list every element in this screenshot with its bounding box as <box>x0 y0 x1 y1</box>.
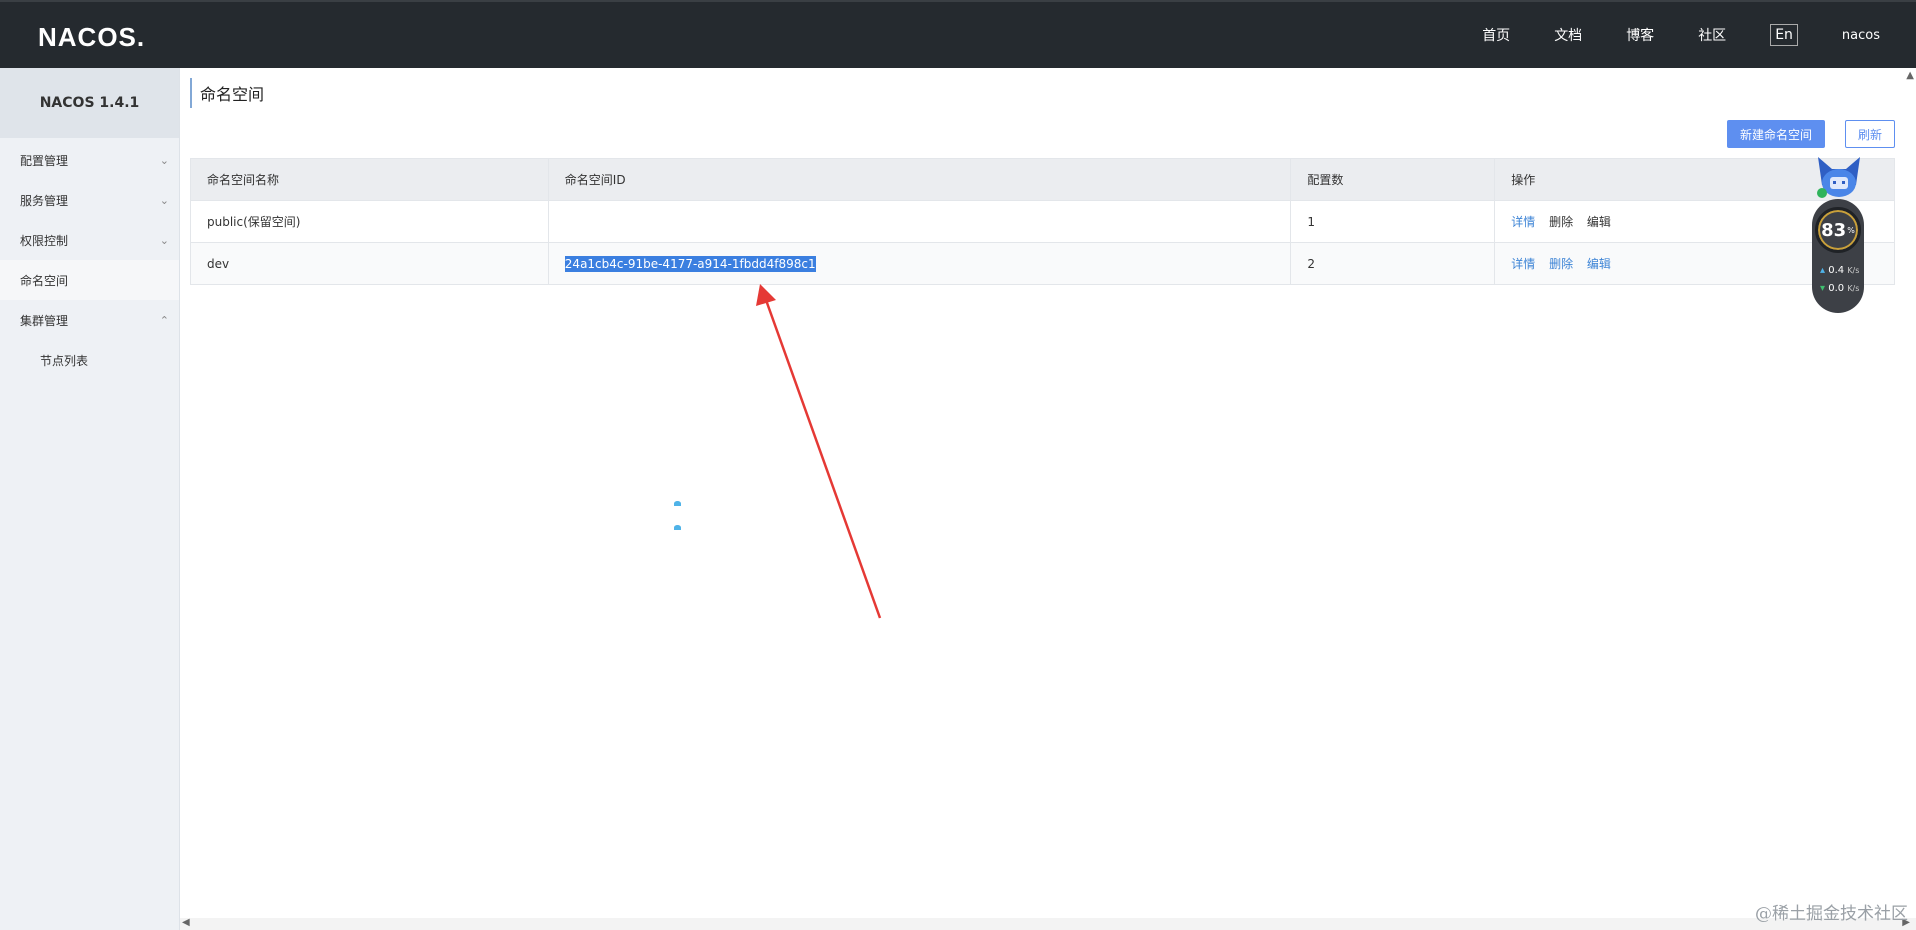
system-monitor-widget[interactable]: 83 % ▴ 0.4 K/s ▾ 0.0 K/s <box>1810 155 1868 315</box>
top-bar: NACOS. 首页 文档 博客 社区 En nacos <box>0 0 1916 68</box>
horizontal-scrollbar[interactable] <box>180 918 1916 930</box>
chevron-down-icon: ⌄ <box>159 193 169 207</box>
namespace-name: dev <box>190 242 549 285</box>
config-count: 2 <box>1290 242 1496 285</box>
loading-spinner-icon <box>674 501 681 506</box>
delete-link[interactable]: 删除 <box>1549 257 1573 271</box>
namespace-id[interactable] <box>547 200 1292 243</box>
chevron-down-icon: ⌄ <box>159 153 169 167</box>
new-namespace-button[interactable]: 新建命名空间 <box>1727 120 1825 148</box>
namespace-table: 命名空间名称 命名空间ID 配置数 操作 public(保留空间) 1 详情 删… <box>190 158 1895 285</box>
sidebar-item-label: 服务管理 <box>20 193 69 208</box>
version-label: NACOS 1.4.1 <box>0 68 179 138</box>
selected-namespace-id-text[interactable]: 24a1cb4c-91be-4177-a914-1fbdd4f898c1 <box>564 255 816 272</box>
watermark: @稀土掘金技术社区 <box>1755 904 1908 924</box>
nav-community[interactable]: 社区 <box>1698 25 1726 45</box>
sidebar: NACOS 1.4.1 配置管理 ⌄ 服务管理 ⌄ 权限控制 ⌄ 命名空间 集群… <box>0 68 180 930</box>
sidebar-item-namespace[interactable]: 命名空间 <box>0 260 179 300</box>
edit-link[interactable]: 编辑 <box>1587 257 1611 271</box>
sidebar-item-cluster-management[interactable]: 集群管理 ⌃ <box>0 300 179 340</box>
download-speed: ▾ 0.0 K/s <box>1820 283 1860 294</box>
refresh-button[interactable]: 刷新 <box>1845 120 1895 148</box>
upload-speed-value: 0.4 <box>1828 265 1845 276</box>
nav-home[interactable]: 首页 <box>1482 25 1510 45</box>
column-header-id: 命名空间ID <box>547 158 1292 201</box>
usage-percent: 83 <box>1821 219 1847 241</box>
nav-blog[interactable]: 博客 <box>1626 25 1654 45</box>
chevron-up-icon: ⌃ <box>159 313 169 327</box>
edit-link[interactable]: 编辑 <box>1587 215 1611 229</box>
usage-ring: 83 % <box>1815 207 1861 253</box>
language-toggle-button[interactable]: En <box>1770 24 1798 46</box>
nav-docs[interactable]: 文档 <box>1554 25 1582 45</box>
top-nav: 首页 文档 博客 社区 En nacos <box>1460 2 1916 68</box>
download-speed-value: 0.0 <box>1828 283 1845 294</box>
namespace-id[interactable]: 24a1cb4c-91be-4177-a914-1fbdd4f898c1 <box>547 242 1292 285</box>
config-count: 1 <box>1290 200 1496 243</box>
user-name[interactable]: nacos <box>1842 28 1880 43</box>
sidebar-item-access-control[interactable]: 权限控制 ⌄ <box>0 220 179 260</box>
details-link[interactable]: 详情 <box>1511 257 1535 271</box>
namespace-name: public(保留空间) <box>190 200 549 243</box>
main-content: 命名空间 新建命名空间 刷新 命名空间名称 命名空间ID 配置数 操作 publ… <box>180 68 1916 930</box>
scroll-left-arrow-icon[interactable]: ◀ <box>182 917 190 928</box>
sidebar-item-label: 配置管理 <box>20 153 69 168</box>
sidebar-item-label: 权限控制 <box>20 233 69 248</box>
loading-spinner-icon <box>674 525 681 530</box>
chevron-down-icon: ⌄ <box>159 233 169 247</box>
table-row: dev 24a1cb4c-91be-4177-a914-1fbdd4f898c1… <box>190 242 1895 285</box>
column-header-name: 命名空间名称 <box>190 158 549 201</box>
delete-link[interactable]: 删除 <box>1549 215 1573 229</box>
speed-unit: K/s <box>1847 266 1860 275</box>
table-header-row: 命名空间名称 命名空间ID 配置数 操作 <box>190 158 1895 201</box>
mascot-cat-icon <box>1817 157 1860 198</box>
sidebar-menu: 配置管理 ⌄ 服务管理 ⌄ 权限控制 ⌄ 命名空间 集群管理 ⌃ 节点列表 <box>0 140 179 380</box>
sidebar-item-service-management[interactable]: 服务管理 ⌄ <box>0 180 179 220</box>
scroll-up-arrow-icon[interactable]: ▲ <box>1906 70 1914 81</box>
details-link[interactable]: 详情 <box>1511 215 1535 229</box>
table-row: public(保留空间) 1 详情 删除 编辑 <box>190 200 1895 243</box>
sidebar-item-label: 命名空间 <box>20 273 69 288</box>
column-header-count: 配置数 <box>1290 158 1496 201</box>
usage-percent-unit: % <box>1847 225 1855 235</box>
sidebar-item-config-management[interactable]: 配置管理 ⌄ <box>0 140 179 180</box>
upload-speed: ▴ 0.4 K/s <box>1820 265 1860 276</box>
page-title: 命名空间 <box>190 78 264 108</box>
nacos-logo[interactable]: NACOS. <box>38 22 145 53</box>
monitor-body: 83 % ▴ 0.4 K/s ▾ 0.0 K/s <box>1812 199 1864 313</box>
sidebar-subitem-node-list[interactable]: 节点列表 <box>0 340 179 380</box>
speed-unit: K/s <box>1847 284 1860 293</box>
sidebar-item-label: 集群管理 <box>20 313 69 328</box>
